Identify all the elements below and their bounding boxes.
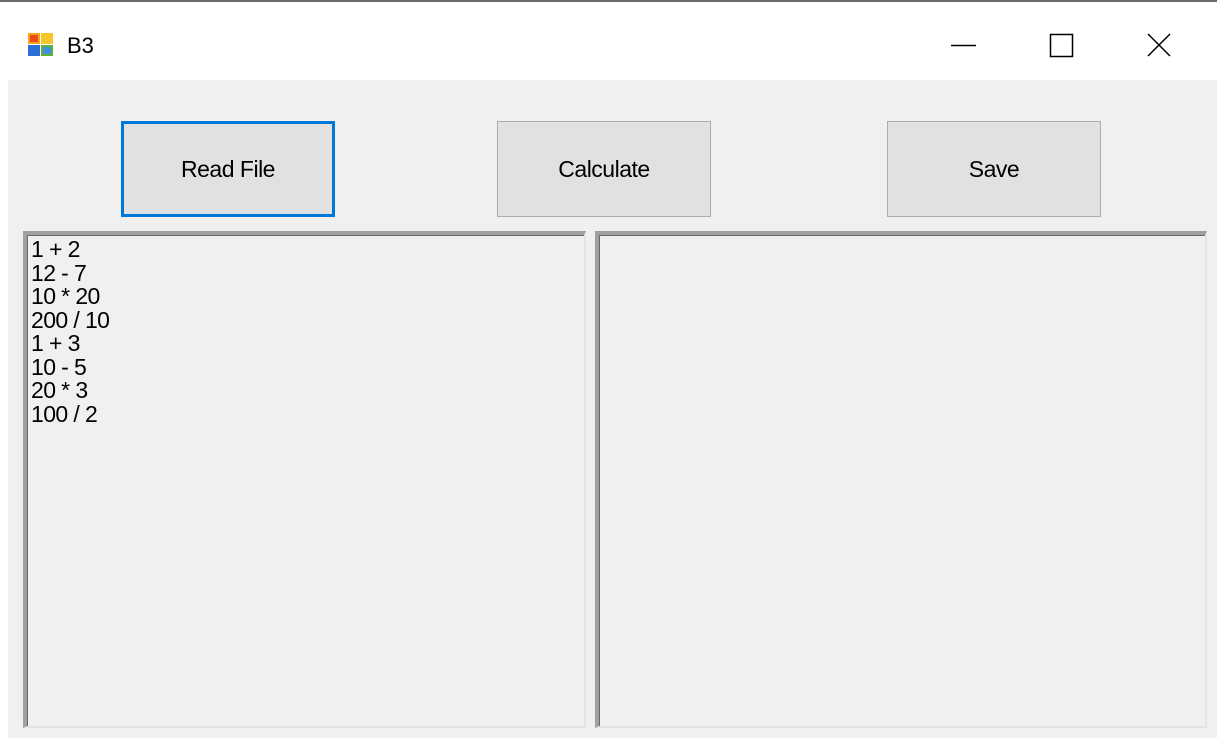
input-line: 20 * 3 [31, 377, 88, 403]
window-title: B3 [67, 33, 94, 58]
input-line: 200 / 10 [31, 306, 110, 333]
input-line: 10 * 20 [31, 283, 100, 309]
input-line: 100 / 2 [31, 400, 98, 427]
input-line: 12 - 7 [31, 259, 87, 286]
title-bar[interactable]: B3 [0, 2, 1217, 80]
input-textbox[interactable]: 1 + 2 12 - 7 10 * 20 200 / 10 1 + 3 10 -… [23, 231, 586, 728]
close-icon[interactable] [1140, 22, 1200, 70]
maximize-icon[interactable] [1032, 22, 1092, 70]
minimize-icon[interactable] [934, 22, 994, 70]
save-button[interactable]: Save [887, 121, 1101, 217]
input-line: 10 - 5 [31, 353, 87, 380]
input-line: 1 + 3 [31, 330, 80, 356]
read-file-button[interactable]: Read File [121, 121, 335, 217]
output-textbox[interactable] [595, 231, 1207, 728]
winforms-app-icon [27, 32, 55, 58]
app-window: B3 Read File Calculate Save 1 + 2 12 - 7 [0, 0, 1217, 738]
calculate-button[interactable]: Calculate [497, 121, 711, 217]
form-client-area: Read File Calculate Save 1 + 2 12 - 7 10… [8, 80, 1217, 738]
input-line: 1 + 2 [31, 236, 80, 262]
input-lines: 1 + 2 12 - 7 10 * 20 200 / 10 1 + 3 10 -… [31, 236, 110, 427]
